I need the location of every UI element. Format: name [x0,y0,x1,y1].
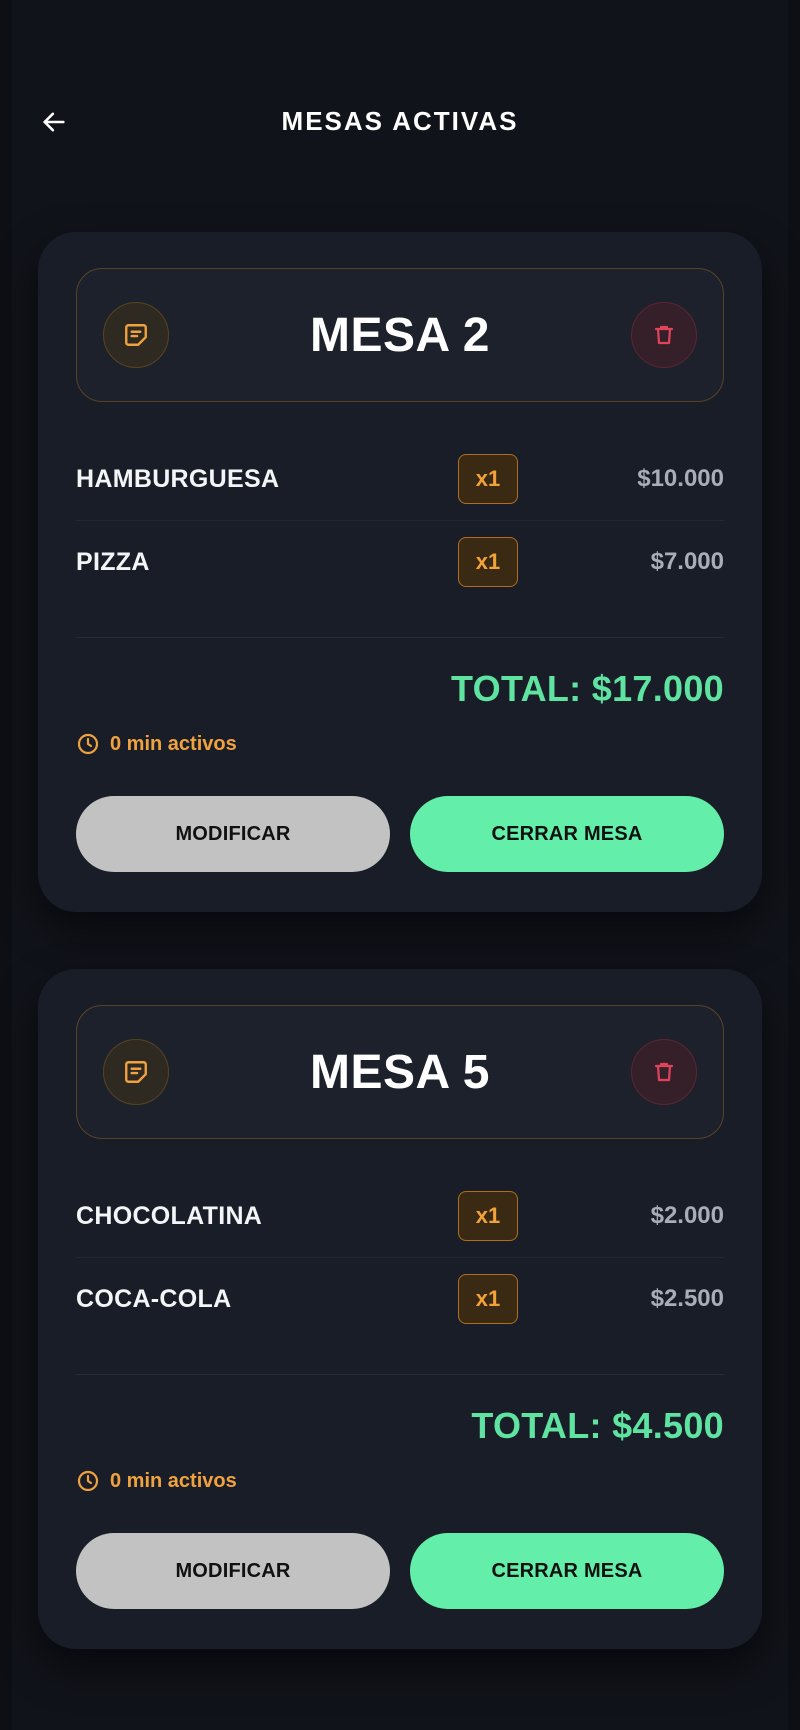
divider [76,637,724,638]
item-name: COCA-COLA [76,1284,232,1313]
page-title: MESAS ACTIVAS [281,106,519,136]
modify-button[interactable]: MODIFICAR [76,796,390,872]
notes-button[interactable] [103,1039,169,1105]
table-card: MESA 2 HAMBURGUESA x1 $10.000 PIZZA x1 $… [38,232,762,912]
item-name: CHOCOLATINA [76,1201,263,1230]
notes-button[interactable] [103,302,169,368]
item-quantity-badge: x1 [458,454,518,504]
top-bar: MESAS ACTIVAS [0,0,800,170]
trash-icon [654,1062,674,1082]
item-price: $2.500 [650,1285,724,1312]
active-tables-list: MESA 2 HAMBURGUESA x1 $10.000 PIZZA x1 $… [38,232,762,1706]
trash-icon [654,325,674,345]
clock-icon [77,1470,99,1492]
active-time-label: 0 min activos [110,1469,237,1492]
close-table-button[interactable]: CERRAR MESA [410,796,724,872]
order-item-row: COCA-COLA x1 $2.500 [76,1258,724,1340]
clock-icon [77,733,99,755]
divider [76,1374,724,1375]
table-name: MESA 2 [310,308,490,362]
item-quantity-badge: x1 [458,1191,518,1241]
table-actions: MODIFICAR CERRAR MESA [76,796,724,872]
delete-table-button[interactable] [631,1039,697,1105]
item-quantity-badge: x1 [458,1274,518,1324]
delete-table-button[interactable] [631,302,697,368]
table-name: MESA 5 [310,1045,490,1099]
item-quantity-badge: x1 [458,537,518,587]
modify-button[interactable]: MODIFICAR [76,1533,390,1609]
order-items: HAMBURGUESA x1 $10.000 PIZZA x1 $7.000 [76,438,724,603]
table-card: MESA 5 CHOCOLATINA x1 $2.000 COCA-COLA x… [38,969,762,1649]
order-item-row: CHOCOLATINA x1 $2.000 [76,1175,724,1258]
note-icon [125,324,147,346]
item-price: $7.000 [650,548,724,575]
table-card-header: MESA 2 [76,268,724,402]
item-name: PIZZA [76,547,150,576]
active-time: 0 min activos [76,732,724,756]
table-total: TOTAL: $4.500 [471,1405,724,1446]
table-card-header: MESA 5 [76,1005,724,1139]
table-total: TOTAL: $17.000 [451,668,724,709]
close-table-button[interactable]: CERRAR MESA [410,1533,724,1609]
order-item-row: PIZZA x1 $7.000 [76,521,724,603]
note-icon [125,1061,147,1083]
order-item-row: HAMBURGUESA x1 $10.000 [76,438,724,521]
active-time-label: 0 min activos [110,732,237,755]
item-name: HAMBURGUESA [76,464,280,493]
item-price: $10.000 [637,465,724,492]
table-actions: MODIFICAR CERRAR MESA [76,1533,724,1609]
item-price: $2.000 [650,1202,724,1229]
order-items: CHOCOLATINA x1 $2.000 COCA-COLA x1 $2.50… [76,1175,724,1340]
active-time: 0 min activos [76,1469,724,1493]
